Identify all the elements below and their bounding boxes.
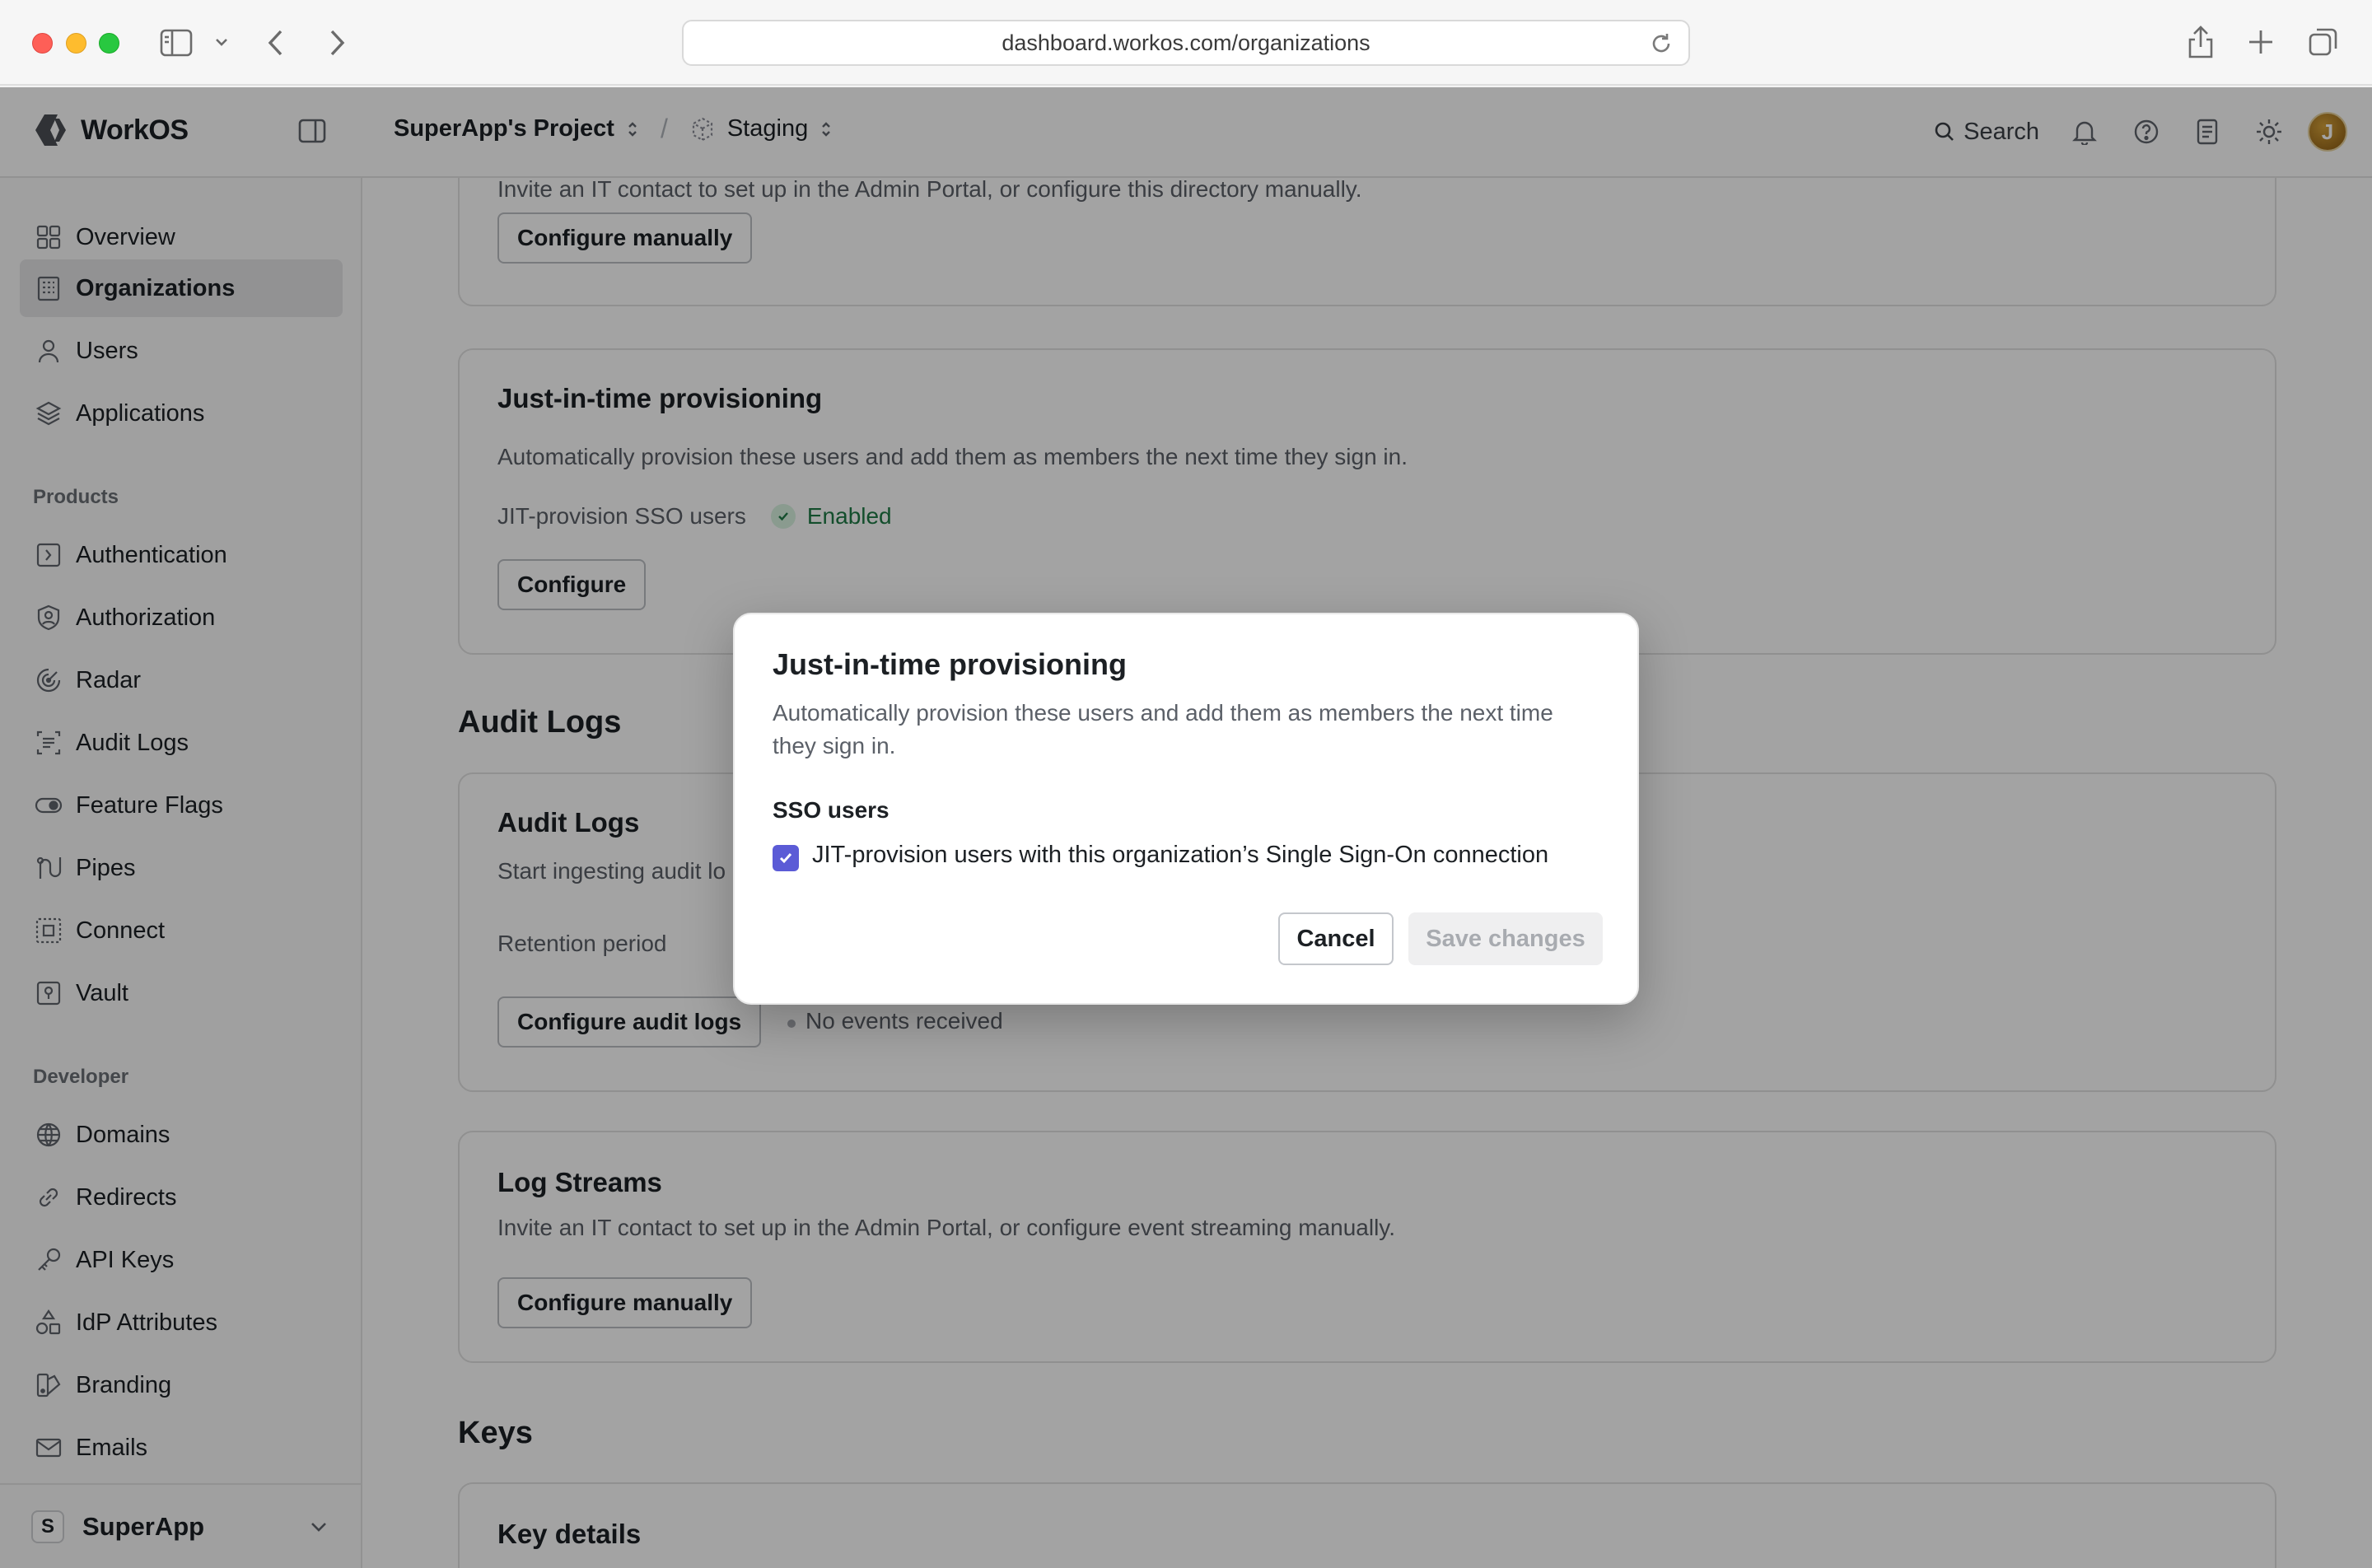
forward-arrow-icon[interactable] xyxy=(328,28,346,58)
save-changes-button[interactable]: Save changes xyxy=(1408,912,1603,965)
share-icon[interactable] xyxy=(2186,25,2216,59)
jit-sso-checkbox[interactable] xyxy=(773,845,799,871)
jit-provisioning-dialog: Just-in-time provisioning Automatically … xyxy=(733,613,1639,1005)
dialog-title: Just-in-time provisioning xyxy=(773,647,1128,681)
reload-icon[interactable] xyxy=(1649,31,1674,56)
check-icon xyxy=(779,853,792,864)
chevron-down-icon[interactable] xyxy=(214,36,229,48)
dialog-description: Automatically provision these users and … xyxy=(773,700,1553,758)
minimize-window-button[interactable] xyxy=(66,33,86,54)
jit-sso-checkbox-label[interactable]: JIT-provision users with this organizati… xyxy=(812,842,1548,869)
maximize-window-button[interactable] xyxy=(99,33,119,54)
back-arrow-icon[interactable] xyxy=(267,28,285,58)
close-window-button[interactable] xyxy=(32,33,53,54)
new-tab-icon[interactable] xyxy=(2247,28,2275,56)
browser-sidebar-icon[interactable] xyxy=(160,28,193,58)
address-bar[interactable]: dashboard.workos.com/organizations xyxy=(682,20,1690,66)
browser-chrome: dashboard.workos.com/organizations xyxy=(0,0,2372,86)
sso-users-label: SSO users xyxy=(773,797,890,823)
tab-overview-icon[interactable] xyxy=(2308,26,2339,58)
cancel-button[interactable]: Cancel xyxy=(1278,912,1394,965)
url-text: dashboard.workos.com/organizations xyxy=(1002,30,1370,55)
